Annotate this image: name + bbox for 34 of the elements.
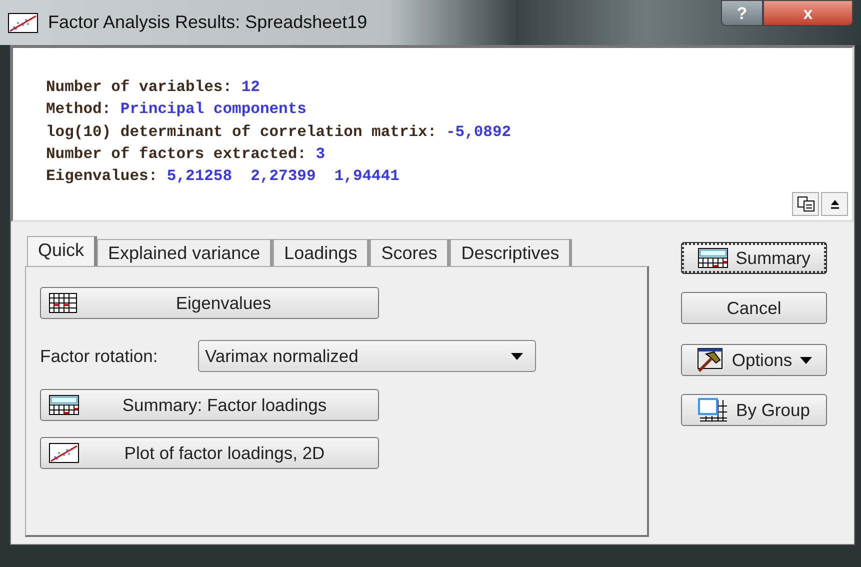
factor-rotation-label: Factor rotation: — [40, 344, 159, 368]
side-button[interactable]: Cancel — [681, 292, 827, 324]
tab[interactable]: Descriptives — [450, 239, 572, 266]
arrow-up-icon — [830, 199, 840, 209]
action-button[interactable]: Plot of factor loadings, 2D — [40, 437, 379, 469]
results-line: Method: Principal components — [46, 99, 308, 120]
side-button[interactable]: Options — [681, 344, 827, 376]
summary-table-icon — [49, 395, 79, 415]
side-button[interactable]: Summary — [681, 242, 827, 274]
tab[interactable]: Loadings — [273, 239, 370, 266]
copy-button[interactable] — [792, 192, 819, 216]
scatter-plot-icon — [49, 443, 79, 463]
hammer-icon — [696, 348, 724, 372]
by-group-icon — [698, 398, 728, 422]
action-button[interactable]: Summary: Factor loadings — [40, 389, 379, 421]
results-line: Number of variables: 12 — [46, 77, 261, 98]
tab[interactable]: Quick — [27, 236, 98, 266]
action-button[interactable]: Eigenvalues — [40, 287, 379, 319]
tab[interactable]: Scores — [370, 239, 450, 266]
factor-rotation-dropdown[interactable]: Varimax normalized — [198, 340, 536, 372]
side-button[interactable]: By Group — [681, 394, 827, 426]
app-icon — [8, 12, 38, 32]
tab[interactable]: Explained variance — [97, 239, 274, 266]
scroll-up-button[interactable] — [821, 192, 848, 216]
caret-icon — [511, 352, 523, 360]
table-icon — [49, 293, 77, 313]
window-title: Factor Analysis Results: Spreadsheet19 — [48, 11, 368, 34]
results-line: log(10) determinant of correlation matrix: -5,0892 — [46, 122, 512, 143]
caret-icon — [800, 356, 812, 364]
results-line: Eigenvalues: 5,21258 2,27399 1,94441 — [46, 166, 400, 188]
close-button[interactable]: x — [763, 0, 853, 26]
results-line: Number of factors extracted: 3 — [46, 144, 326, 165]
copy-icon — [796, 196, 814, 212]
summary-table-icon — [698, 248, 728, 268]
